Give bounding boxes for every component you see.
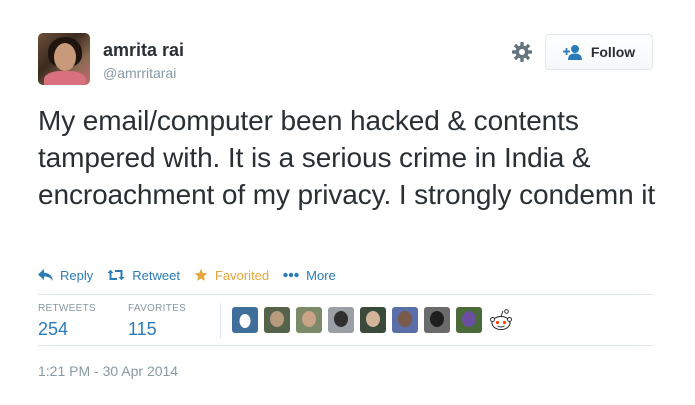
retweets-count: 254 (38, 319, 69, 339)
reply-icon (38, 269, 53, 281)
egg-avatar-icon[interactable] (232, 307, 258, 333)
gear-icon[interactable] (510, 40, 534, 64)
retweet-label: Retweet (132, 267, 180, 283)
stats-separator (220, 303, 221, 339)
tweet-timestamp[interactable]: 1:21 PM - 30 Apr 2014 (38, 363, 178, 379)
reddit-alien-icon[interactable] (488, 307, 514, 333)
favoriter-avatar[interactable] (360, 307, 386, 333)
favorites-count: 115 (128, 319, 157, 339)
tweet-actions: Reply Retweet Favorited More (38, 265, 350, 285)
tweet-text: My email/computer been hacked & contents… (38, 105, 656, 210)
reply-button[interactable]: Reply (38, 268, 93, 283)
favoriter-avatar[interactable] (328, 307, 354, 333)
favoriters-avatars (232, 307, 514, 333)
retweet-button[interactable]: Retweet (107, 268, 180, 283)
retweet-icon (107, 269, 125, 281)
divider (38, 345, 654, 346)
reply-label: Reply (60, 267, 94, 283)
retweets-label: RETWEETS (38, 303, 96, 314)
favoriter-avatar[interactable] (264, 307, 290, 333)
more-icon (283, 272, 299, 278)
favorites-stat[interactable]: FAVORITES 115 (128, 303, 186, 340)
follow-button[interactable]: Follow (545, 34, 653, 70)
star-icon (194, 268, 208, 281)
follow-user-icon (562, 44, 583, 60)
retweets-stat[interactable]: RETWEETS 254 (38, 303, 96, 340)
tweet-card: amrita rai @amrritarai Follow My email/c… (0, 0, 695, 405)
follow-button-label: Follow (590, 44, 636, 60)
divider (38, 294, 654, 295)
user-name[interactable]: amrita rai (103, 40, 184, 61)
favorite-label: Favorited (214, 267, 270, 283)
user-handle[interactable]: @amrritarai (103, 65, 176, 81)
favoriter-avatar[interactable] (392, 307, 418, 333)
more-button[interactable]: More (283, 268, 336, 283)
more-label: More (306, 267, 336, 283)
favorites-label: FAVORITES (128, 303, 187, 314)
avatar[interactable] (38, 33, 90, 85)
favoriter-avatar[interactable] (296, 307, 322, 333)
favoriter-avatar[interactable] (424, 307, 450, 333)
favoriter-avatar[interactable] (456, 307, 482, 333)
favorite-button[interactable]: Favorited (194, 268, 269, 283)
